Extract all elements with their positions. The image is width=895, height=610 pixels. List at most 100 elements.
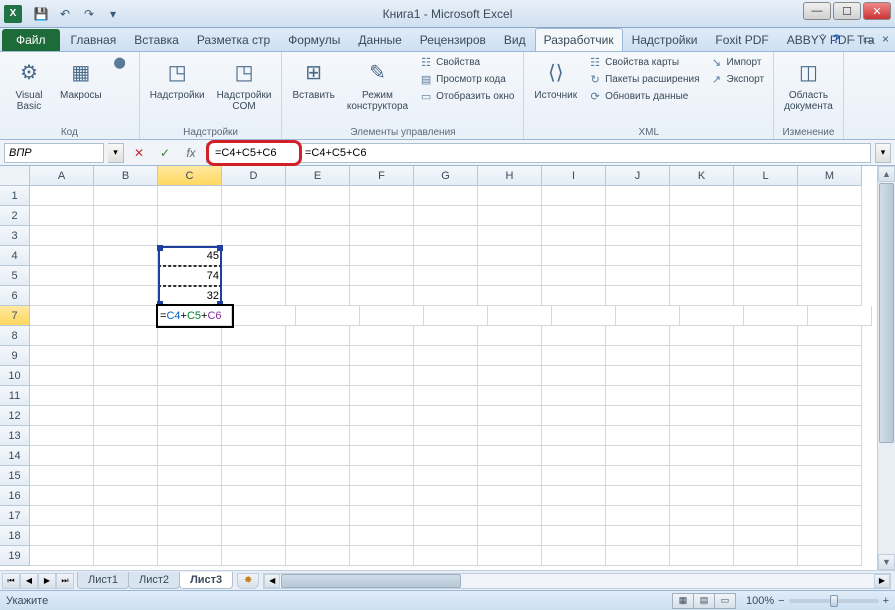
column-header[interactable]: E [286,166,350,186]
cell[interactable] [360,306,424,326]
cell[interactable] [286,266,350,286]
cell[interactable] [222,406,286,426]
cell[interactable] [414,326,478,346]
cell[interactable] [30,366,94,386]
cell[interactable] [542,446,606,466]
insert-function-icon[interactable]: fx [180,143,202,163]
column-header[interactable]: D [222,166,286,186]
cell[interactable] [222,186,286,206]
cell[interactable] [30,526,94,546]
row-header[interactable]: 7 [0,306,30,326]
cell[interactable] [542,386,606,406]
cell[interactable] [798,546,862,566]
cell[interactable] [94,426,158,446]
cell[interactable] [414,506,478,526]
column-header[interactable]: B [94,166,158,186]
cell[interactable] [286,406,350,426]
cell[interactable] [552,306,616,326]
cell[interactable] [296,306,360,326]
cell[interactable] [542,546,606,566]
cell[interactable] [734,546,798,566]
cell[interactable] [478,386,542,406]
cell[interactable] [158,426,222,446]
cell[interactable] [734,446,798,466]
cell[interactable] [606,406,670,426]
cell[interactable] [414,226,478,246]
cell[interactable] [94,406,158,426]
name-box-dropdown[interactable]: ▾ [108,143,124,163]
cell[interactable] [94,346,158,366]
cell[interactable] [734,286,798,306]
cell[interactable] [670,446,734,466]
cell[interactable] [606,486,670,506]
cell[interactable] [606,366,670,386]
ribbon-tab-данные[interactable]: Данные [349,28,410,51]
enter-formula-icon[interactable]: ✓ [154,143,176,163]
ribbon-small-button[interactable]: ↘Импорт [707,54,768,70]
close-button[interactable]: ✕ [863,2,891,20]
cell[interactable] [286,526,350,546]
row-header[interactable]: 17 [0,506,30,526]
cell[interactable] [350,446,414,466]
cell[interactable] [350,406,414,426]
cell[interactable] [30,406,94,426]
cell[interactable] [414,406,478,426]
cell[interactable] [286,246,350,266]
cell[interactable] [478,546,542,566]
cell[interactable] [734,426,798,446]
ribbon-button[interactable]: ✎Режим конструктора [343,54,412,114]
cell[interactable] [478,426,542,446]
cell[interactable] [670,466,734,486]
cell[interactable] [542,226,606,246]
cell[interactable] [670,506,734,526]
cell[interactable] [158,486,222,506]
cell[interactable] [350,506,414,526]
cell[interactable] [94,286,158,306]
page-layout-view-icon[interactable]: ▤ [693,593,715,609]
cell[interactable] [30,546,94,566]
cell[interactable] [350,426,414,446]
qat-more-icon[interactable]: ▾ [102,4,124,24]
cell[interactable] [222,226,286,246]
cell[interactable] [414,246,478,266]
cell[interactable] [542,246,606,266]
cell[interactable] [606,546,670,566]
cell[interactable] [734,346,798,366]
cell[interactable] [286,426,350,446]
row-header[interactable]: 1 [0,186,30,206]
cell[interactable] [414,366,478,386]
cell[interactable] [350,526,414,546]
cell[interactable] [30,246,94,266]
row-header[interactable]: 8 [0,326,30,346]
cell[interactable] [414,426,478,446]
column-header[interactable]: K [670,166,734,186]
sheet-tab[interactable]: Лист3 [179,572,233,589]
cell[interactable] [30,346,94,366]
cell[interactable] [670,286,734,306]
cell[interactable] [286,506,350,526]
cell[interactable] [222,546,286,566]
cell[interactable] [606,206,670,226]
cell[interactable] [478,206,542,226]
column-header[interactable]: I [542,166,606,186]
last-sheet-icon[interactable]: ⏭ [56,573,74,589]
vscroll-thumb[interactable] [879,183,894,443]
row-header[interactable]: 11 [0,386,30,406]
maximize-button[interactable]: ☐ [833,2,861,20]
row-header[interactable]: 19 [0,546,30,566]
scroll-right-icon[interactable]: ▶ [874,574,890,588]
cell[interactable] [606,446,670,466]
column-header[interactable]: G [414,166,478,186]
cell[interactable] [606,226,670,246]
ribbon-small-button[interactable]: ☷Свойства [416,54,517,70]
save-icon[interactable]: 💾 [30,4,52,24]
cell[interactable] [350,286,414,306]
cell[interactable] [350,246,414,266]
cell[interactable] [30,426,94,446]
cell[interactable] [798,426,862,446]
row-header[interactable]: 4 [0,246,30,266]
ribbon-tab-надстройки[interactable]: Надстройки [623,28,707,51]
horizontal-scrollbar[interactable]: ◀ ▶ [263,573,891,589]
row-header[interactable]: 3 [0,226,30,246]
cell[interactable] [286,226,350,246]
